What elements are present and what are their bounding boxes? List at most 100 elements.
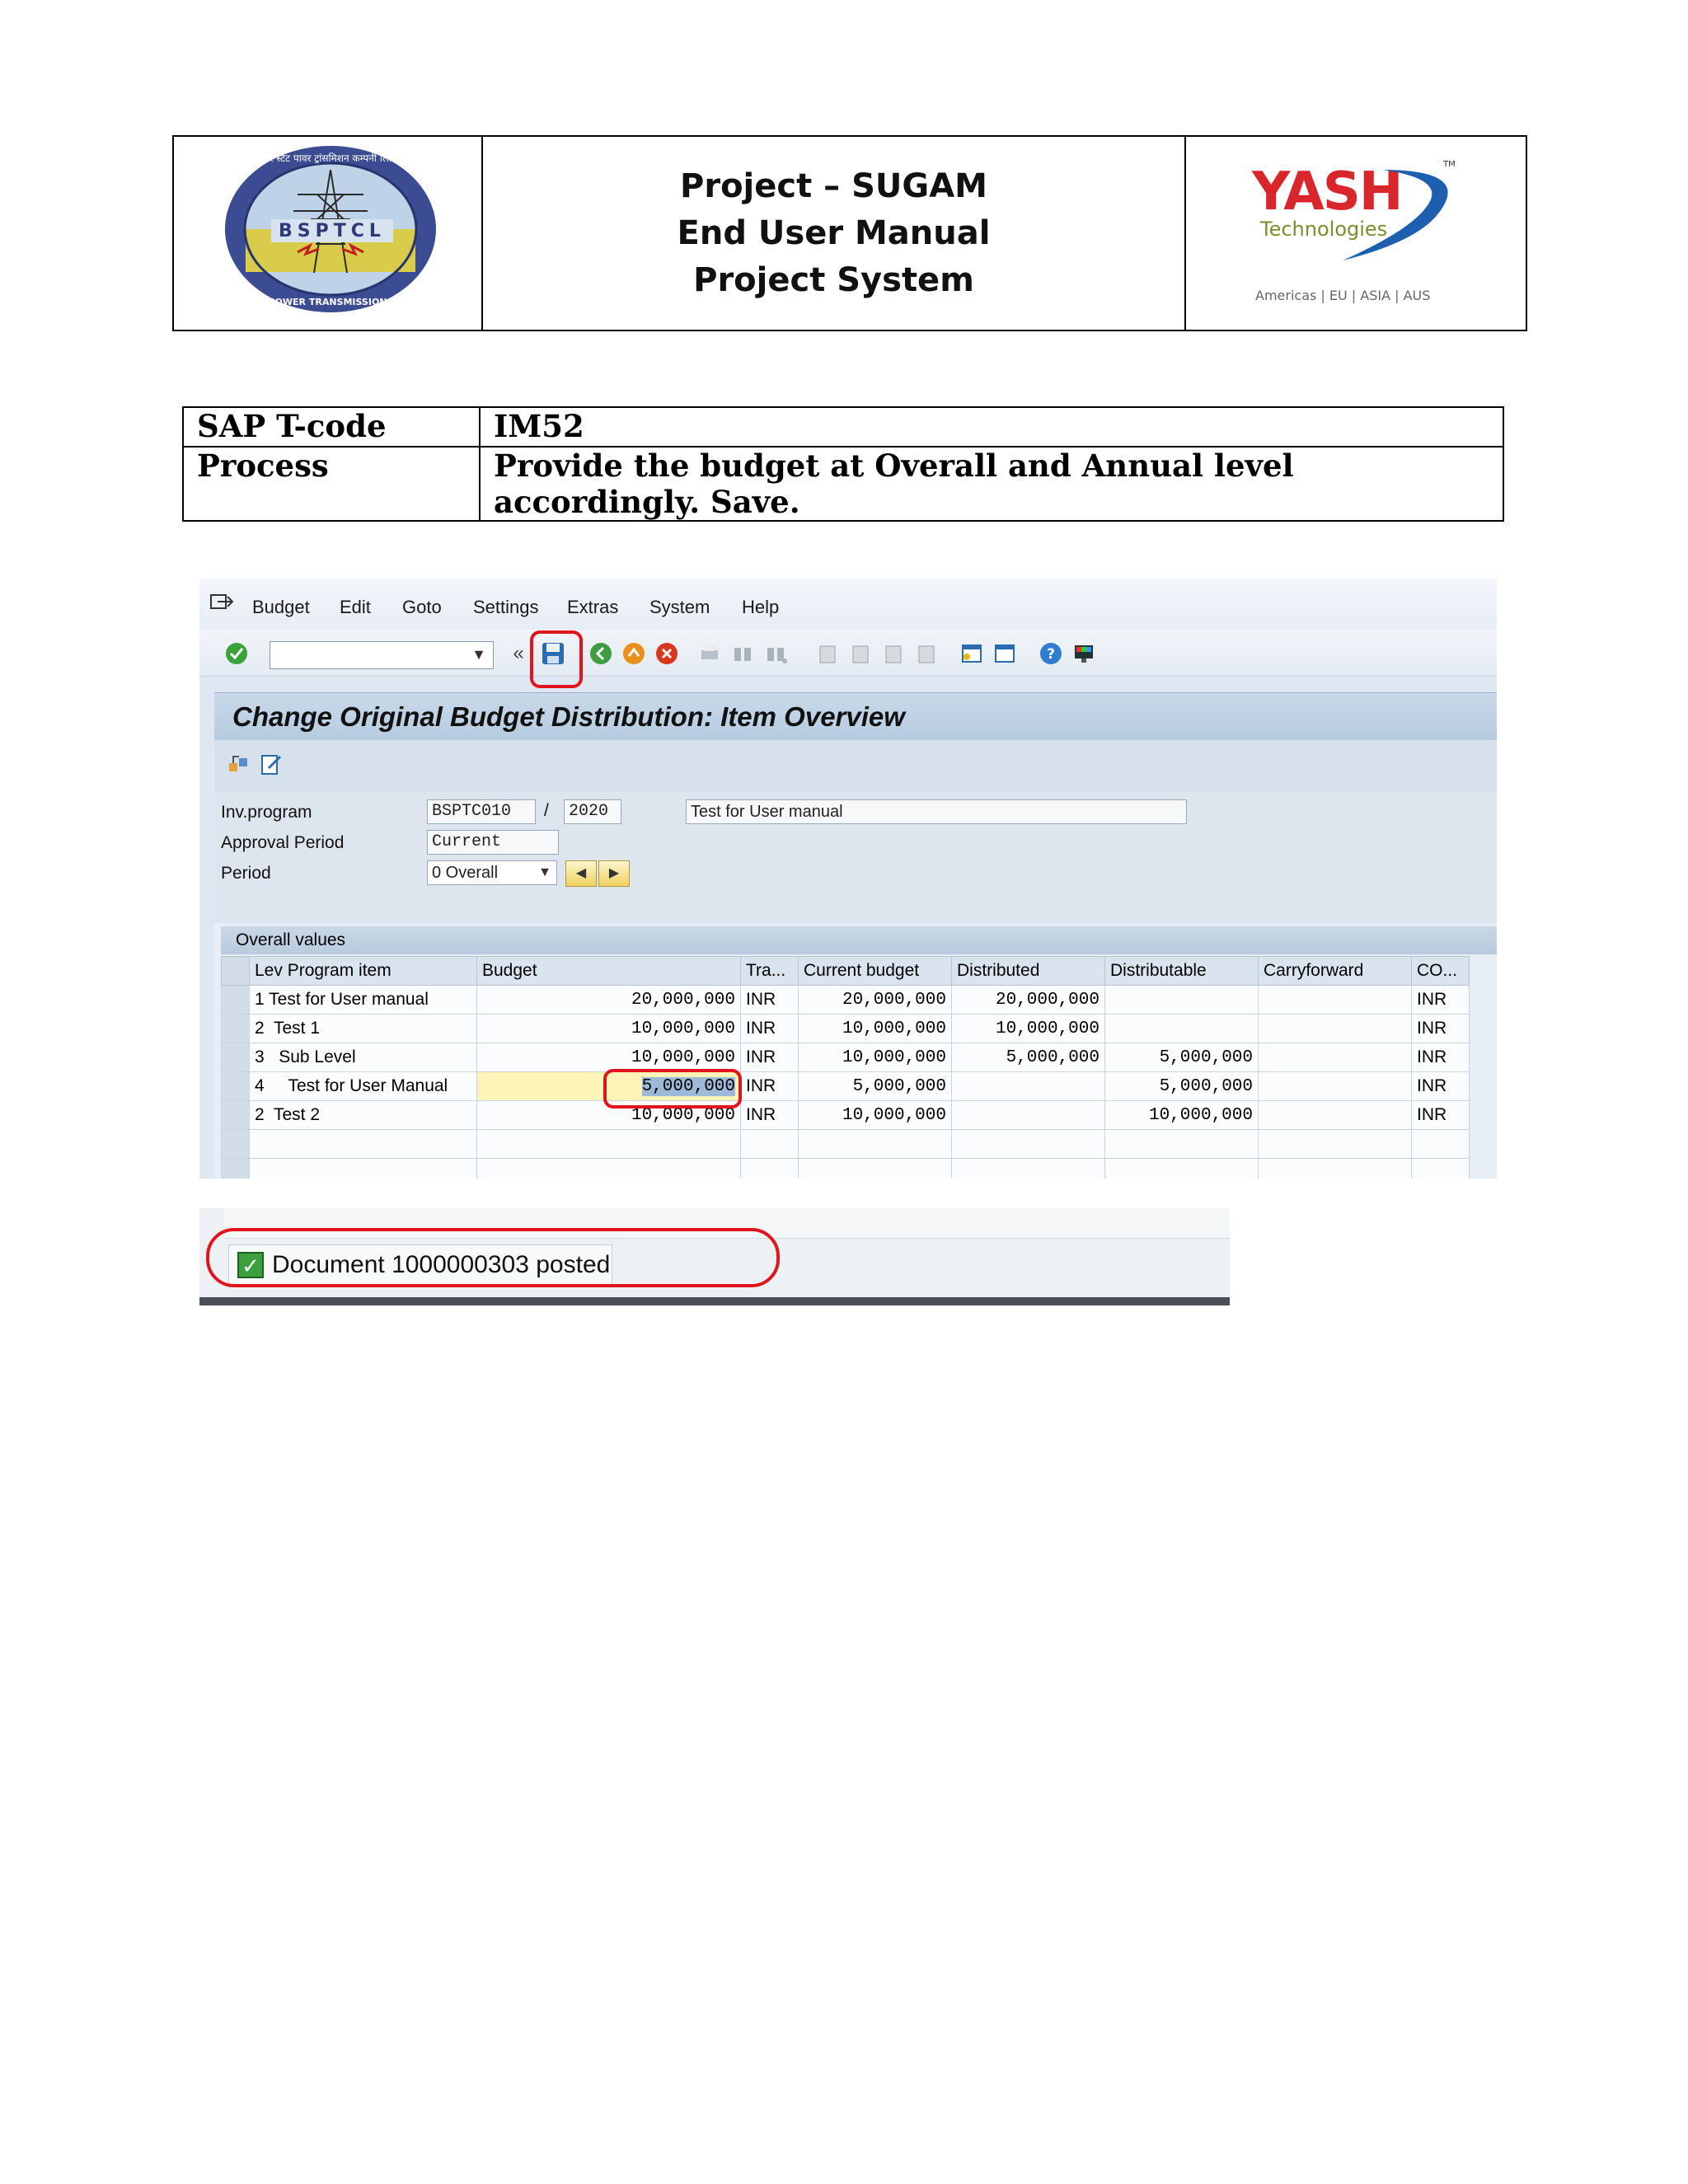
col-current-budget[interactable]: Current budget [798, 956, 952, 986]
approval-year-field[interactable]: 2020 [564, 799, 621, 824]
row-selector[interactable] [221, 1129, 250, 1159]
overall-values-section: Overall values Lev Program item Budget T… [214, 923, 1497, 1179]
help-icon[interactable]: ? [1039, 641, 1063, 666]
inv-program-field[interactable]: BSPTC010 [427, 799, 536, 824]
logo-ring-text: बिहार स्टेट पावर ट्रांसमिशन कम्पनी लिमिट… [253, 152, 408, 164]
currency-cell: INR [740, 1043, 799, 1072]
table-row: 2 Test 1 10,000,000 INR 10,000,000 10,00… [221, 1014, 1470, 1043]
current-budget-cell: 10,000,000 [798, 1100, 952, 1130]
col-carryforward[interactable]: Carryforward [1258, 956, 1412, 986]
row-selector[interactable] [221, 1014, 250, 1043]
approval-period-field[interactable]: Current [427, 830, 559, 855]
co-currency-cell: INR [1411, 1071, 1470, 1101]
col-budget[interactable]: Budget [476, 956, 741, 986]
col-program-item[interactable]: Lev Program item [249, 956, 477, 986]
program-description-field: Test for User manual [686, 799, 1187, 824]
customize-icon[interactable] [1071, 641, 1096, 666]
system-toolbar: ▼ « ? [199, 630, 1497, 677]
currency-cell: INR [740, 985, 799, 1015]
row-selector[interactable] [221, 1071, 250, 1101]
find-next-icon[interactable] [763, 641, 788, 666]
budget-cell[interactable]: 10,000,000 [476, 1014, 741, 1043]
col-distributed[interactable]: Distributed [951, 956, 1105, 986]
currency-cell: INR [740, 1100, 799, 1130]
select-all-cell[interactable] [221, 956, 250, 986]
program-year-separator: / [544, 801, 549, 820]
screen-title: Change Original Budget Distribution: Ite… [232, 701, 905, 732]
inv-program-label: Inv.program [221, 803, 312, 822]
col-transaction-currency[interactable]: Tra... [740, 956, 799, 986]
next-page-icon[interactable] [880, 641, 905, 666]
row-selector[interactable] [221, 1100, 250, 1130]
document-title-line-3: Project System [693, 260, 974, 299]
menu-goto[interactable]: Goto [402, 597, 442, 618]
current-budget-cell: 10,000,000 [798, 1043, 952, 1072]
menu-system[interactable]: System [649, 597, 710, 618]
find-icon[interactable] [730, 641, 755, 666]
next-period-button[interactable]: ▶ [598, 860, 630, 887]
row-selector[interactable] [221, 985, 250, 1015]
carryforward-cell [1258, 1014, 1412, 1043]
table-row: 2 Test 2 10,000,000 INR 10,000,000 10,00… [221, 1100, 1470, 1130]
item-name: Test 2 [273, 1105, 321, 1124]
menu-budget[interactable]: Budget [252, 597, 310, 618]
budget-cell[interactable]: 20,000,000 [476, 985, 741, 1015]
budget-cell[interactable]: 10,000,000 [476, 1043, 741, 1072]
regions: Americas | EU | ASIA | AUS [1255, 288, 1430, 303]
last-page-icon[interactable] [913, 641, 938, 666]
tcode-value: IM52 [479, 406, 1504, 448]
menu-exit-icon[interactable] [209, 592, 234, 613]
back-icon[interactable] [588, 641, 613, 666]
svg-text:BIHAR STATE POWER TRANSMISSION: BIHAR STATE POWER TRANSMISSION COMPANY L… [199, 297, 462, 307]
bsptcl-logo: BSPTCL बिहार स्टेट पावर ट्रांसमिशन कम्पन… [199, 146, 462, 312]
menu-edit[interactable]: Edit [340, 597, 371, 618]
shortcut-icon[interactable] [992, 641, 1017, 666]
co-currency-cell: INR [1411, 1100, 1470, 1130]
distributed-cell [951, 1071, 1105, 1101]
edit-icon[interactable] [259, 752, 284, 776]
distributable-cell [1104, 985, 1259, 1015]
program-item-cell: 2 Test 2 [249, 1100, 477, 1130]
table-header-row: Lev Program item Budget Tra... Current b… [221, 956, 1470, 986]
period-label: Period [221, 864, 271, 883]
col-distributable[interactable]: Distributable [1104, 956, 1259, 986]
first-page-icon[interactable] [814, 641, 839, 666]
col-controlling-currency[interactable]: CO... [1411, 956, 1470, 986]
row-selector[interactable] [221, 1158, 250, 1179]
cancel-icon[interactable] [654, 641, 679, 666]
previous-period-button[interactable]: ◀ [565, 860, 597, 887]
menu-help[interactable]: Help [742, 597, 779, 618]
hierarchy-icon[interactable] [226, 752, 251, 776]
tcode-row: SAP T-code IM52 [182, 406, 1504, 448]
process-row: Process Provide the budget at Overall an… [182, 446, 1504, 522]
row-selector[interactable] [221, 1043, 250, 1072]
carryforward-cell [1258, 1043, 1412, 1072]
enter-icon[interactable] [224, 641, 249, 666]
item-name: Sub Level [279, 1047, 356, 1066]
distributed-cell: 10,000,000 [951, 1014, 1105, 1043]
period-select[interactable]: 0 Overall ▼ [427, 860, 557, 885]
command-dropdown-icon[interactable]: ▼ [471, 646, 486, 663]
exit-icon[interactable] [621, 641, 646, 666]
print-icon[interactable] [697, 641, 722, 666]
prev-page-icon[interactable] [847, 641, 872, 666]
new-session-icon[interactable] [959, 641, 984, 666]
currency-cell: INR [740, 1071, 799, 1101]
menu-bar: Budget Edit Goto Settings Extras System … [199, 579, 1497, 630]
sap-window: Budget Edit Goto Settings Extras System … [199, 579, 1497, 1179]
tcode-key: SAP T-code [182, 406, 481, 448]
menu-settings[interactable]: Settings [473, 597, 539, 618]
period-dropdown-icon[interactable]: ▼ [538, 861, 551, 884]
table-row-edited: 4 Test for User Manual 5,000,000 INR 5,0… [221, 1071, 1470, 1101]
menu-extras[interactable]: Extras [567, 597, 618, 618]
level: 4 [255, 1076, 265, 1095]
tcode-table: SAP T-code IM52 Process Provide the budg… [182, 406, 1504, 522]
distributed-cell: 5,000,000 [951, 1043, 1105, 1072]
collapse-icon[interactable]: « [506, 641, 531, 666]
process-value: Provide the budget at Overall and Annual… [479, 446, 1504, 522]
program-item-cell: 2 Test 1 [249, 1014, 477, 1043]
trademark: TM [1442, 160, 1456, 169]
distributable-cell: 10,000,000 [1104, 1100, 1259, 1130]
level: 1 [255, 990, 265, 1009]
command-field[interactable]: ▼ [270, 641, 494, 669]
